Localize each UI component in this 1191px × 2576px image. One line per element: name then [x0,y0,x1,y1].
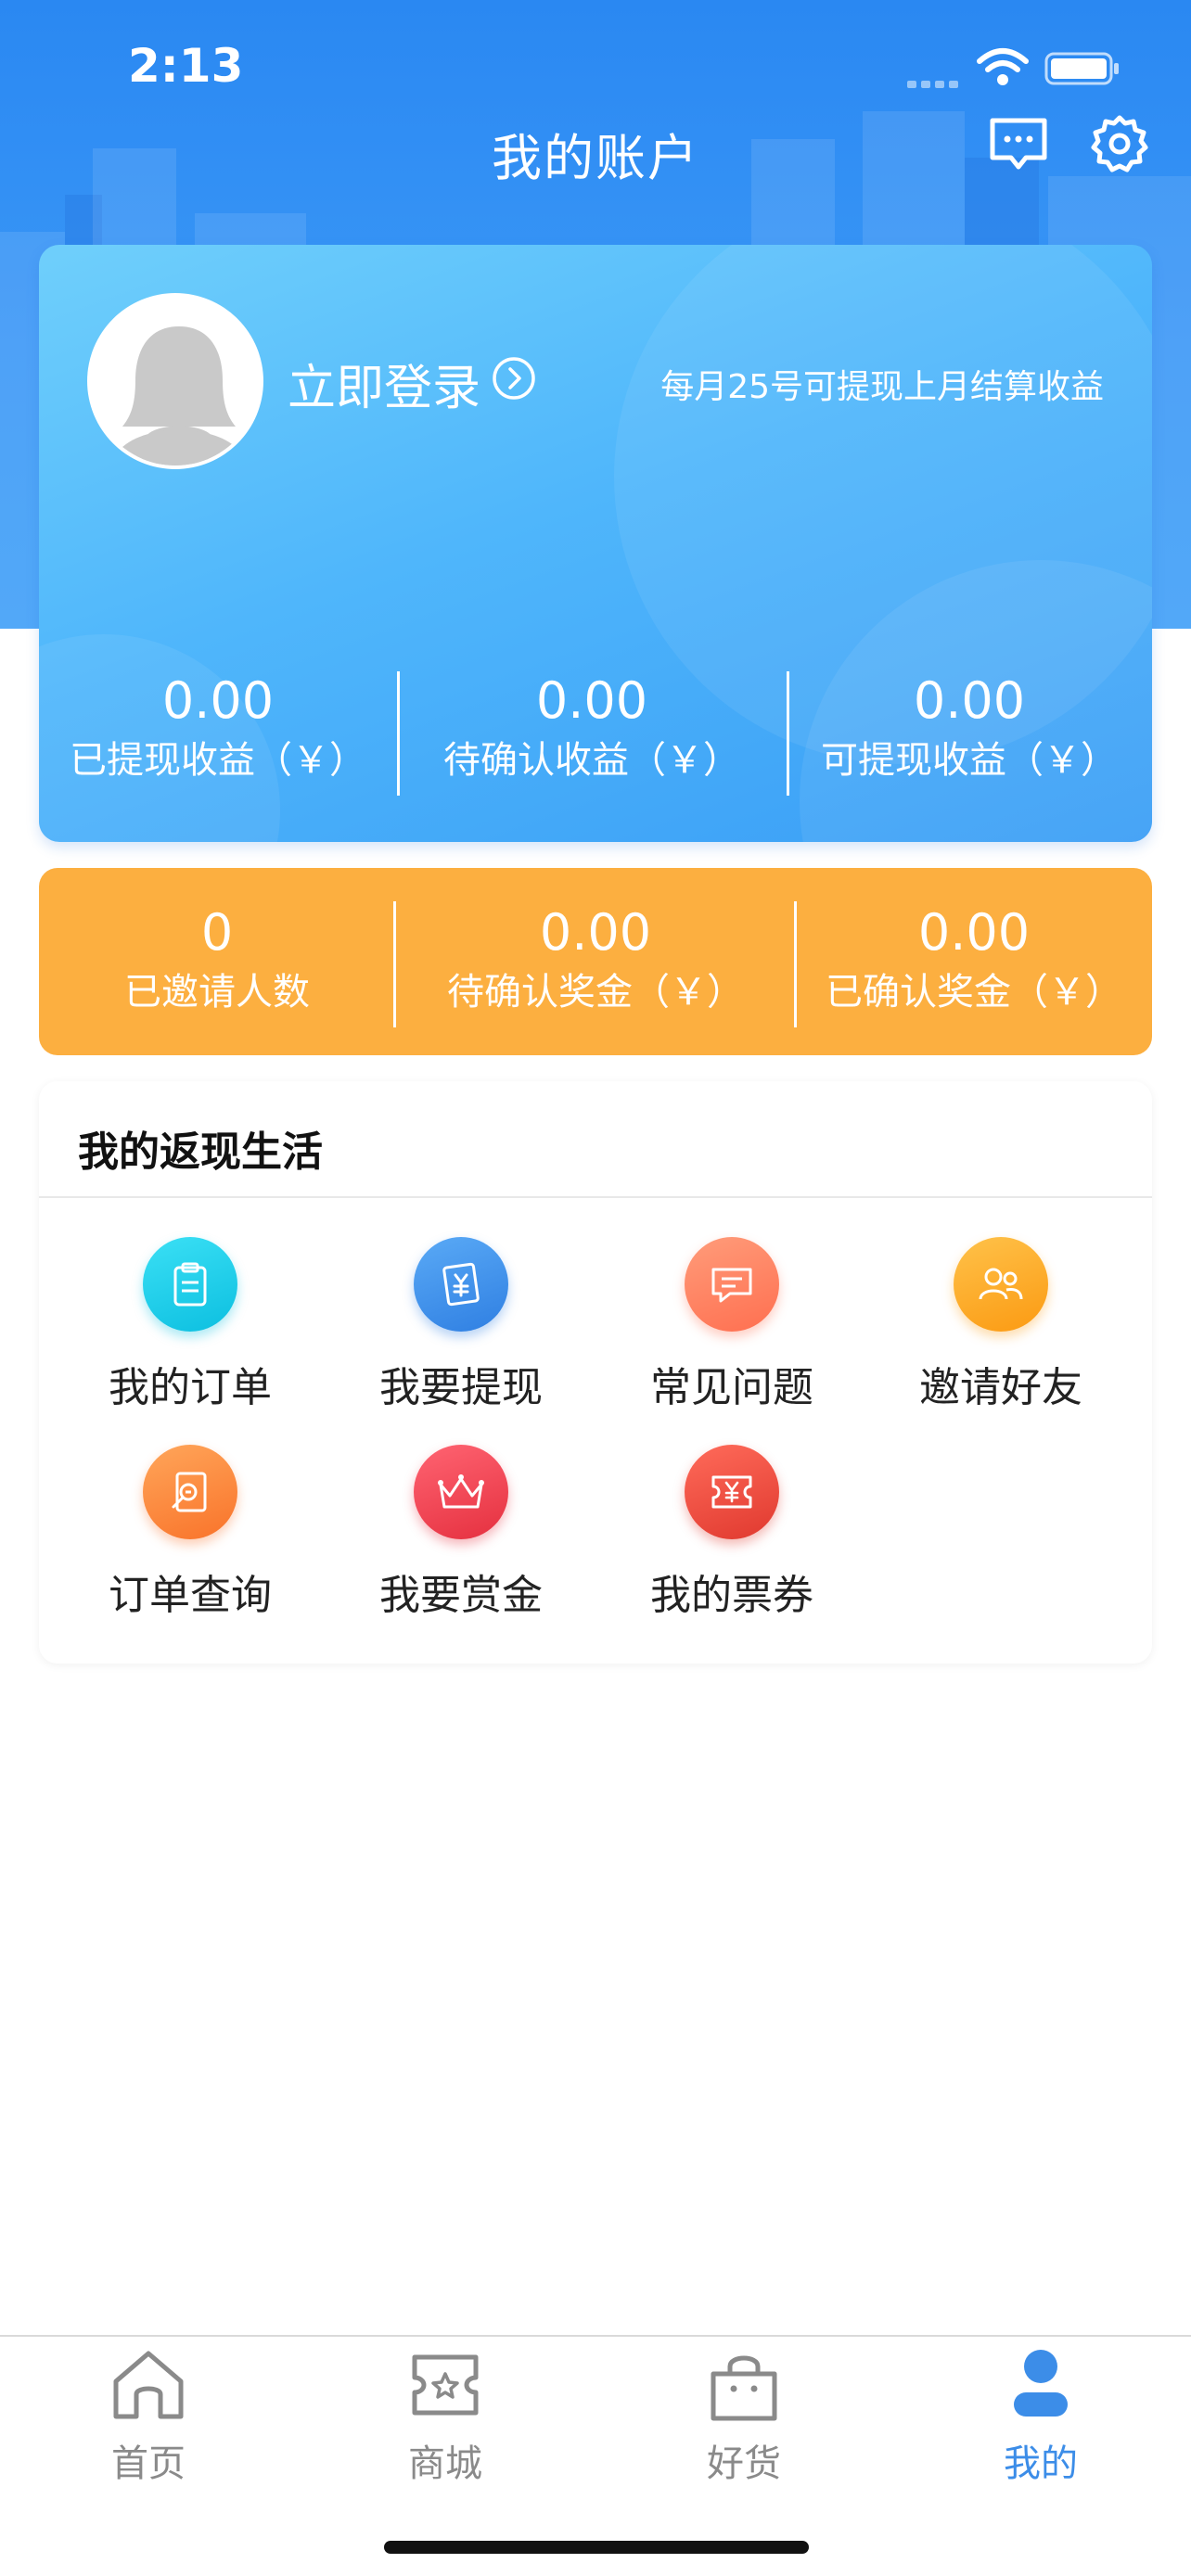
stat-value: 0.00 [917,903,1031,962]
gear-icon[interactable] [1091,115,1148,172]
shopping-bag-icon [711,2355,777,2421]
stat-confirmed-bonus[interactable]: 0.00 已确认奖金（￥） [796,903,1152,1018]
divider [794,901,797,1027]
invite-card: 0 已邀请人数 0.00 待确认奖金（￥） 0.00 已确认奖金（￥） [39,868,1152,1055]
login-link[interactable]: 立即登录 [288,349,480,418]
tab-home[interactable]: 首页 [56,2344,241,2487]
message-icon[interactable] [989,117,1048,172]
ticket-yuan-icon [685,1445,779,1539]
clipboard-icon [143,1237,237,1332]
earnings-stats: 0.00 已提现收益（￥） 0.00 待确认收益（￥） 0.00 可提现收益（￥… [39,671,1152,801]
section-title: 我的返现生活 [78,1129,323,1176]
menu-label: 我的订单 [109,1364,272,1411]
menu-label: 我要提现 [379,1364,543,1411]
chat-bubble-icon [685,1237,779,1332]
divider [787,671,789,796]
tab-label: 好货 [707,2442,781,2485]
stat-value: 0.00 [913,671,1026,730]
menu-label: 我的票券 [650,1572,813,1619]
cashback-section: 我的返现生活 我的订单 我要提现 常见问题 邀请好友 订单查询 我要赏金 我的票… [39,1081,1152,1664]
cellular-signal-icon [907,74,963,88]
stat-label: 待确认奖金（￥） [447,971,744,1014]
menu-withdraw[interactable]: 我要提现 [327,1237,596,1413]
divider [397,671,400,796]
menu-invite-friends[interactable]: 邀请好友 [866,1237,1135,1413]
battery-icon [1044,52,1119,85]
home-indicator [384,2541,809,2554]
stat-pending-bonus[interactable]: 0.00 待确认奖金（￥） [395,903,796,1018]
vip-crown-icon [414,1445,508,1539]
default-avatar-icon [91,297,260,465]
home-icon [113,2351,184,2419]
menu-label: 邀请好友 [919,1364,1082,1411]
receipt-yuan-icon [414,1237,508,1332]
stat-label: 已确认奖金（￥） [826,971,1122,1014]
tab-label: 首页 [111,2442,186,2485]
menu-bounty[interactable]: 我要赏金 [327,1445,596,1621]
withdraw-note: 每月25号可提现上月结算收益 [660,368,1104,406]
stat-label: 已提现收益（￥） [70,739,366,782]
user-icon [1014,2350,1068,2417]
stat-label: 已邀请人数 [124,971,310,1014]
tab-store[interactable]: 商城 [352,2344,538,2487]
avatar[interactable] [87,293,263,469]
store-ticket-icon [412,2354,479,2416]
menu-order-query[interactable]: 订单查询 [56,1445,325,1621]
chevron-right-circle-icon[interactable] [492,356,536,401]
menu-label: 常见问题 [650,1364,813,1411]
stat-value: 0 [200,903,234,962]
stat-value: 0.00 [539,903,652,962]
search-document-icon [143,1445,237,1539]
account-card: 立即登录 每月25号可提现上月结算收益 0.00 已提现收益（￥） 0.00 待… [39,245,1152,842]
people-icon [954,1237,1048,1332]
stat-value: 0.00 [161,671,275,730]
status-time: 2:13 [128,39,244,93]
menu-my-tickets[interactable]: 我的票券 [597,1445,866,1621]
menu-label: 订单查询 [109,1572,272,1619]
menu-faq[interactable]: 常见问题 [597,1237,866,1413]
stat-invited-count[interactable]: 0 已邀请人数 [39,903,395,1018]
divider [393,901,396,1027]
tab-label: 我的 [1004,2442,1078,2485]
menu-label: 我要赏金 [379,1572,543,1619]
menu-my-orders[interactable]: 我的订单 [56,1237,325,1413]
stat-label: 可提现收益（￥） [821,739,1118,782]
tab-goods[interactable]: 好货 [651,2344,837,2487]
stat-withdrawable[interactable]: 0.00 可提现收益（￥） [787,671,1152,801]
wifi-icon [977,48,1029,85]
stat-label: 待确认收益（￥） [443,739,740,782]
tab-mine[interactable]: 我的 [948,2344,1133,2487]
stat-value: 0.00 [535,671,648,730]
tab-label: 商城 [408,2442,482,2485]
stat-pending[interactable]: 0.00 待确认收益（￥） [397,671,787,801]
divider [39,1196,1152,1198]
stat-withdrawn[interactable]: 0.00 已提现收益（￥） [39,671,397,801]
tab-bar: 首页 商城 好货 我的 [0,2335,1191,2576]
